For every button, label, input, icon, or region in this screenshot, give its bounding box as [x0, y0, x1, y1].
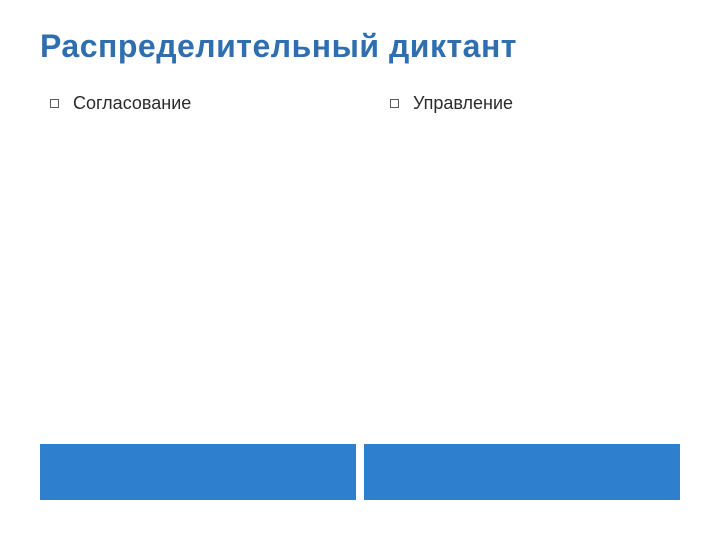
columns: Согласование Управление: [40, 93, 680, 114]
bullet-text-right: Управление: [413, 93, 513, 114]
decorative-bar-left: [40, 444, 356, 500]
bottom-bars: [40, 444, 680, 500]
square-bullet-icon: [50, 99, 59, 108]
list-item: Согласование: [40, 93, 340, 114]
slide-title: Распределительный диктант: [40, 28, 680, 65]
bullet-text-left: Согласование: [73, 93, 191, 114]
list-item: Управление: [380, 93, 680, 114]
column-right: Управление: [380, 93, 680, 114]
square-bullet-icon: [390, 99, 399, 108]
slide: Распределительный диктант Согласование У…: [0, 0, 720, 540]
column-left: Согласование: [40, 93, 340, 114]
decorative-bar-right: [364, 444, 680, 500]
